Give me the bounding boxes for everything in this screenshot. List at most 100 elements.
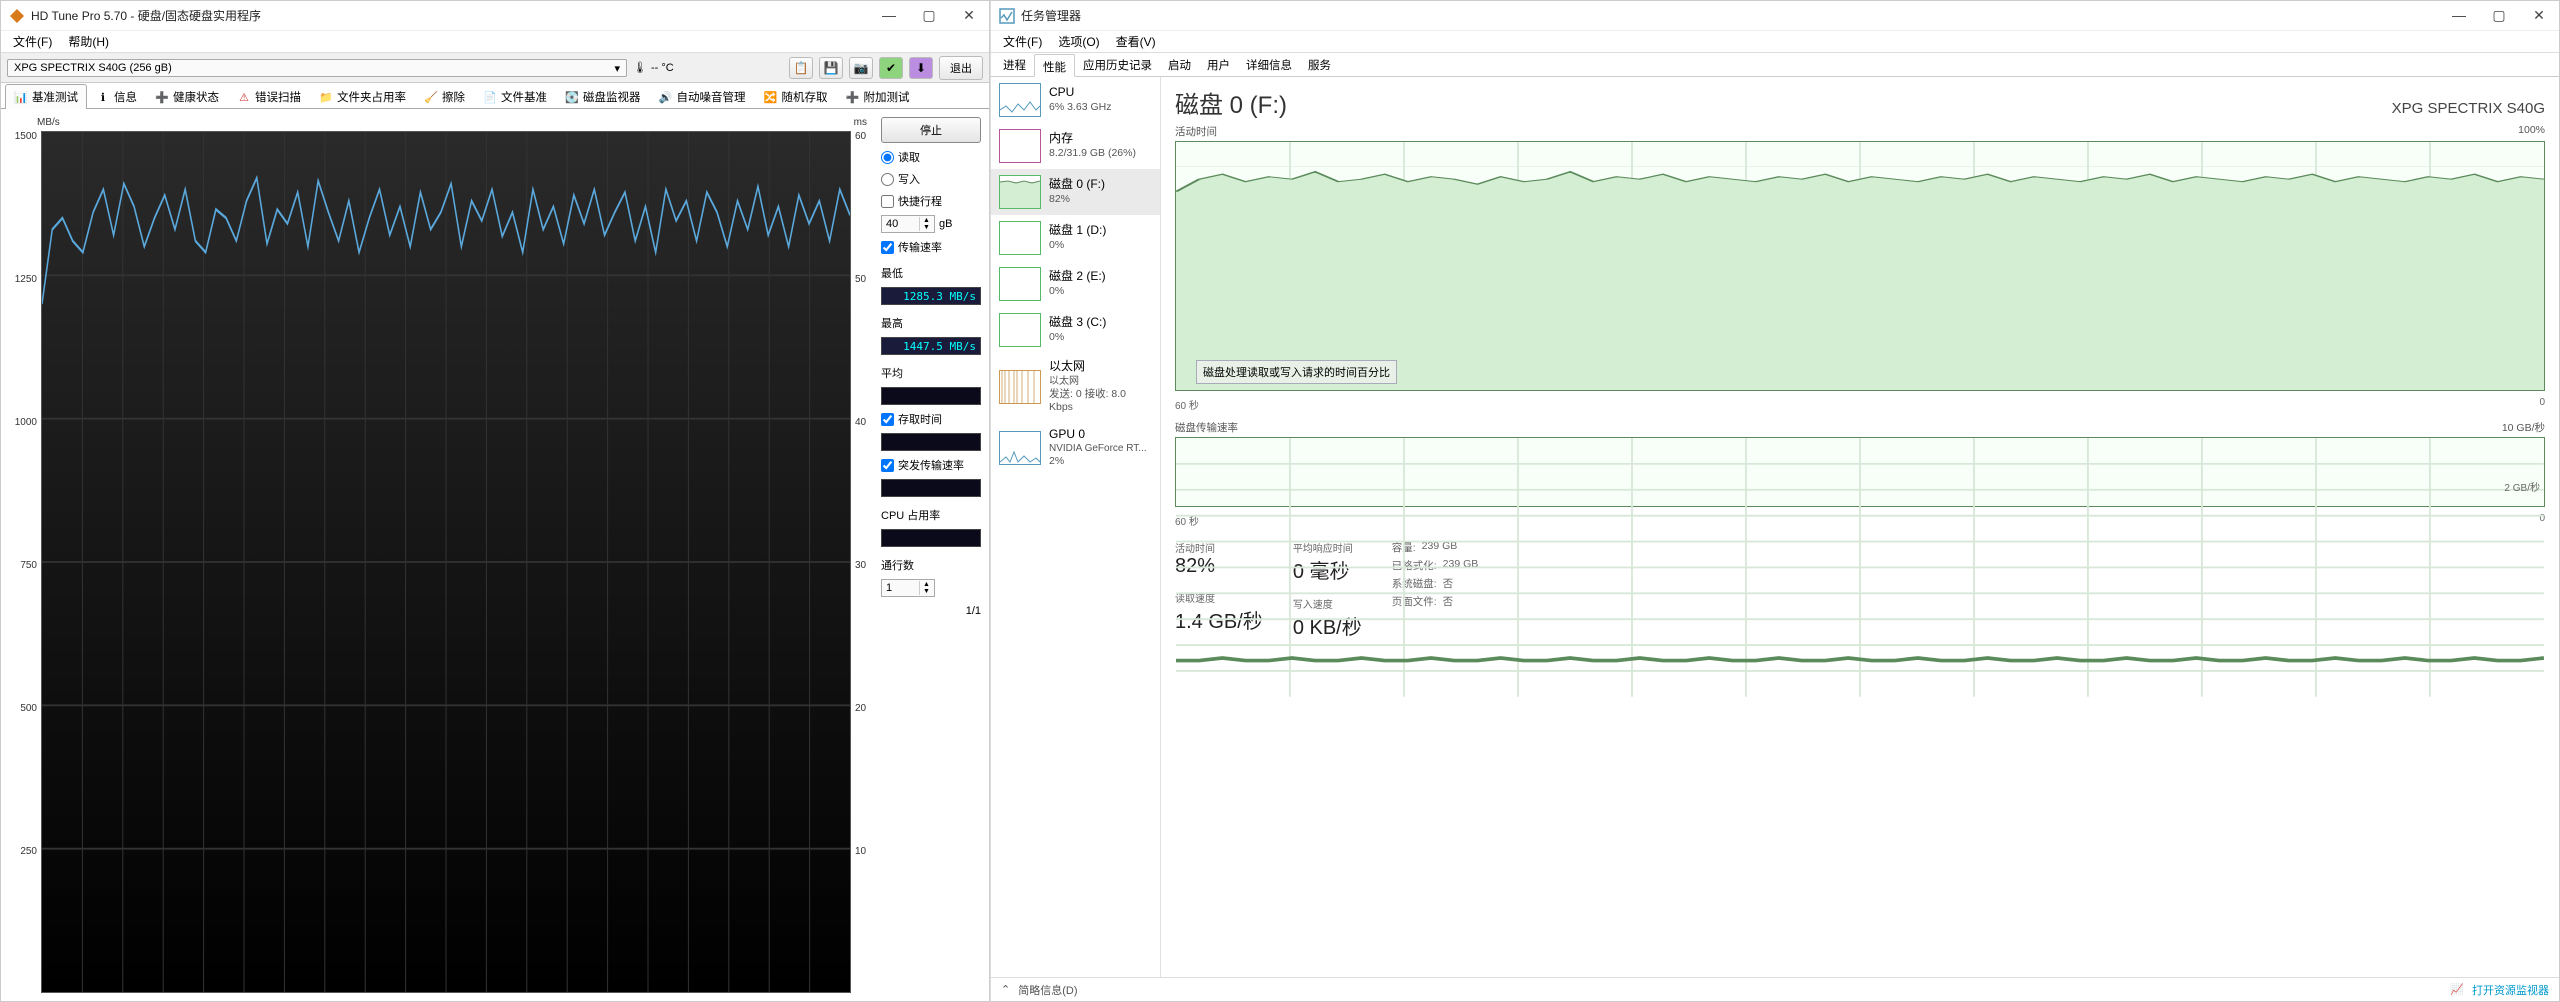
tm-menu-view[interactable]: 查看(V) (1110, 31, 1162, 52)
item-name: 以太网 (1049, 359, 1152, 375)
item-name: GPU 0 (1049, 427, 1147, 443)
sidebar-item-disk0[interactable]: 磁盘 0 (F:)82% (991, 169, 1160, 215)
expand-icon[interactable]: ⌃ (1001, 983, 1010, 996)
x-right: 0 (2539, 397, 2545, 412)
detail-pane: 磁盘 0 (F:) XPG SPECTRIX S40G 活动时间100% 磁盘处… (1161, 77, 2559, 977)
min-label: 最低 (881, 265, 981, 281)
item-stat: 6% 3.63 GHz (1049, 101, 1111, 115)
shortstroke-label: 快捷行程 (898, 193, 942, 209)
tab-label: 基准测试 (32, 89, 78, 105)
avg-value (881, 387, 981, 405)
fewer-details-link[interactable]: 简略信息(D) (1018, 982, 1077, 998)
tm-maximize-button[interactable]: ▢ (2487, 7, 2511, 24)
save-icon[interactable]: 💾 (819, 57, 843, 79)
maximize-button[interactable]: ▢ (917, 7, 941, 24)
hdtune-tabs: 📊基准测试 ℹ信息 ➕健康状态 ⚠错误扫描 📁文件夹占用率 🧹擦除 📄文件基准 … (1, 83, 989, 109)
tm-close-button[interactable]: ✕ (2527, 7, 2551, 24)
stop-button[interactable]: 停止 (881, 117, 981, 143)
menu-file[interactable]: 文件(F) (7, 31, 58, 52)
tab-diskmonitor[interactable]: 💽 磁盘监视器 (556, 84, 650, 109)
random-icon: 🔀 (764, 90, 778, 104)
copy-icon[interactable]: 📋 (789, 57, 813, 79)
tab-aam[interactable]: 🔊自动噪音管理 (650, 84, 755, 109)
taskmgr-titlebar: 任务管理器 — ▢ ✕ (991, 1, 2559, 31)
tab-folderusage[interactable]: 📁文件夹占用率 (310, 84, 415, 109)
tab-label: 文件基准 (501, 89, 547, 105)
sidebar-item-cpu[interactable]: CPU6% 3.63 GHz (991, 77, 1160, 123)
hdtune-icon (9, 8, 25, 24)
exit-button[interactable]: 退出 (939, 56, 983, 80)
sidebar-item-memory[interactable]: 内存8.2/31.9 GB (26%) (991, 123, 1160, 169)
temp-value: -- °C (651, 62, 674, 74)
taskmgr-window: 任务管理器 — ▢ ✕ 文件(F) 选项(O) 查看(V) 进程 性能 应用历史… (990, 0, 2560, 1002)
download-icon[interactable]: ⬇ (909, 57, 933, 79)
minimize-button[interactable]: — (877, 7, 901, 24)
options-icon[interactable]: ✔ (879, 57, 903, 79)
tab-performance[interactable]: 性能 (1034, 54, 1075, 77)
sound-icon: 🔊 (659, 90, 673, 104)
cpuusage-value (881, 529, 981, 547)
burstrate-value (881, 479, 981, 497)
sidebar-item-gpu[interactable]: GPU 0NVIDIA GeForce RT...2% (991, 421, 1160, 475)
shortstroke-check[interactable] (881, 195, 894, 208)
item-name: 磁盘 3 (C:) (1049, 315, 1106, 331)
accesstime-check[interactable] (881, 413, 894, 426)
taskmgr-title: 任务管理器 (1021, 7, 2447, 24)
close-button[interactable]: ✕ (957, 7, 981, 24)
drive-select[interactable]: XPG SPECTRIX S40G (256 gB) (7, 59, 627, 77)
tab-errorscan[interactable]: ⚠错误扫描 (228, 84, 310, 109)
read-radio[interactable] (881, 151, 894, 164)
tab-users[interactable]: 用户 (1199, 53, 1238, 76)
detail-title: 磁盘 0 (F:) (1175, 85, 1287, 120)
transferrate-check[interactable] (881, 241, 894, 254)
sidebar-item-disk3[interactable]: 磁盘 3 (C:)0% (991, 307, 1160, 353)
tab-erase[interactable]: 🧹擦除 (415, 84, 474, 109)
avg-label: 平均 (881, 365, 981, 381)
tab-label: 磁盘监视器 (583, 89, 641, 105)
monitor-icon: 💽 (565, 90, 579, 104)
chart2-max: 10 GB/秒 (2502, 420, 2545, 435)
sidebar-item-ethernet[interactable]: 以太网以太网发送: 0 接收: 8.0 Kbps (991, 353, 1160, 421)
sidebar-item-disk1[interactable]: 磁盘 1 (D:)0% (991, 215, 1160, 261)
max-value: 1447.5 MB/s (881, 337, 981, 355)
y-unit-right: ms (854, 117, 867, 131)
side-panel: 停止 读取 写入 快捷行程 40▲▼ gB 传输速率 最低 1285.3 MB/… (881, 117, 981, 993)
detail-model: XPG SPECTRIX S40G (2392, 100, 2545, 117)
tab-info[interactable]: ℹ信息 (87, 84, 146, 109)
x-left: 60 秒 (1175, 397, 1199, 412)
sidebar-item-disk2[interactable]: 磁盘 2 (E:)0% (991, 261, 1160, 307)
tab-label: 错误扫描 (255, 89, 301, 105)
hdtune-window: HD Tune Pro 5.70 - 硬盘/固态硬盘实用程序 — ▢ ✕ 文件(… (0, 0, 990, 1002)
tm-menu-options[interactable]: 选项(O) (1052, 31, 1105, 52)
burstrate-check[interactable] (881, 459, 894, 472)
tab-benchmark[interactable]: 📊基准测试 (5, 84, 87, 109)
passes-label: 通行数 (881, 557, 981, 573)
benchmark-chart: MB/s ms 150012501000750500250 6050403020… (9, 117, 873, 993)
tab-filebench[interactable]: 📄文件基准 (474, 84, 556, 109)
tm-menu-file[interactable]: 文件(F) (997, 31, 1048, 52)
tab-extra[interactable]: ➕附加测试 (837, 84, 919, 109)
transferrate-label: 传输速率 (898, 239, 942, 255)
tab-label: 信息 (114, 89, 137, 105)
tab-services[interactable]: 服务 (1300, 53, 1339, 76)
max-label: 最高 (881, 315, 981, 331)
y-unit-left: MB/s (37, 117, 60, 131)
passes-spinner[interactable]: 1▲▼ (881, 579, 935, 597)
item-sub: 以太网 (1049, 375, 1152, 388)
write-radio[interactable] (881, 173, 894, 186)
tab-health[interactable]: ➕健康状态 (146, 84, 228, 109)
tab-apphistory[interactable]: 应用历史记录 (1075, 53, 1160, 76)
tab-details[interactable]: 详细信息 (1238, 53, 1300, 76)
gb-spinner[interactable]: 40▲▼ (881, 215, 935, 233)
y-axis-right: 605040302010 (851, 131, 873, 993)
item-name: 磁盘 2 (E:) (1049, 269, 1106, 285)
screenshot-icon[interactable]: 📷 (849, 57, 873, 79)
tm-minimize-button[interactable]: — (2447, 7, 2471, 24)
tab-processes[interactable]: 进程 (995, 53, 1034, 76)
chart2-mark: 2 GB/秒 (2504, 479, 2540, 494)
item-stat: 0% (1049, 239, 1106, 253)
open-resmon-link[interactable]: 打开资源监视器 (2472, 982, 2549, 998)
tab-random[interactable]: 🔀随机存取 (755, 84, 837, 109)
menu-help[interactable]: 帮助(H) (62, 31, 115, 52)
tab-startup[interactable]: 启动 (1160, 53, 1199, 76)
